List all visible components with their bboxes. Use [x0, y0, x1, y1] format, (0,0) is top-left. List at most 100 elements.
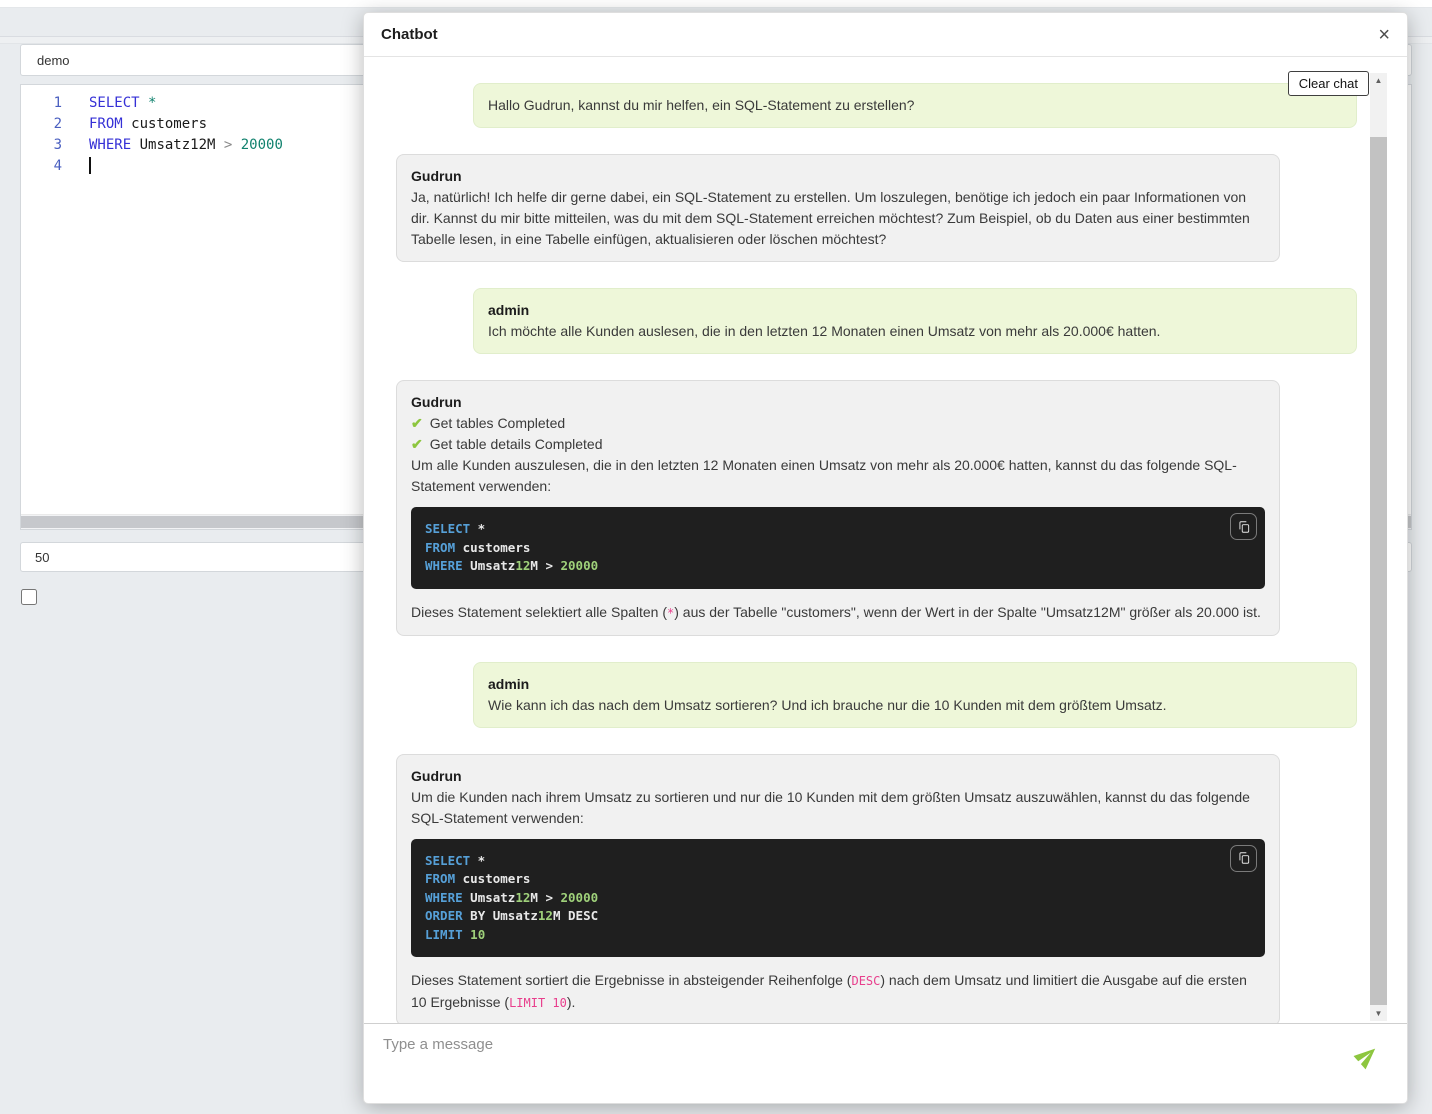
code-line: FROM customers [425, 539, 1251, 558]
check-icon: ✔ [411, 413, 423, 434]
chat-scrollbar[interactable]: ▲ ▼ [1370, 73, 1387, 1021]
inline-code: DESC [851, 974, 880, 988]
code-token: WHERE [89, 137, 131, 153]
code-token [232, 137, 240, 153]
sender-name: admin [488, 300, 1342, 321]
sender-name: Gudrun [411, 392, 1265, 413]
code-token: 12 [515, 558, 530, 573]
code-token: * [148, 95, 156, 111]
editor-line-code [89, 156, 91, 177]
option-checkbox[interactable] [21, 589, 37, 605]
code-token: 20000 [241, 137, 283, 153]
code-line: WHERE Umsatz12M > 20000 [425, 557, 1251, 576]
code-token: customers [455, 540, 530, 555]
inline-code: * [667, 606, 674, 620]
code-token: SELECT [89, 95, 140, 111]
check-icon: ✔ [411, 434, 423, 455]
message-text: Um alle Kunden auszulesen, die in den le… [411, 455, 1265, 497]
code-line: WHERE Umsatz12M > 20000 [425, 889, 1251, 908]
code-token: 20000 [561, 890, 599, 905]
sql-code-block: SELECT *FROM customersWHERE Umsatz12M > … [411, 839, 1265, 958]
scrollbar-thumb[interactable] [1370, 137, 1387, 1005]
code-token [140, 95, 148, 111]
message-input-area [364, 1023, 1407, 1103]
clear-chat-button[interactable]: Clear chat [1288, 71, 1369, 96]
editor-line-code: FROM customers [89, 114, 207, 135]
paper-plane-icon [1350, 1039, 1384, 1073]
sender-name: Gudrun [411, 166, 1265, 187]
sender-name: Gudrun [411, 766, 1265, 787]
code-token: Umsatz [463, 890, 516, 905]
message-text: Ja, natürlich! Ich helfe dir gerne dabei… [411, 187, 1265, 250]
send-button[interactable] [1355, 1044, 1379, 1071]
code-token: 12 [515, 890, 530, 905]
tool-status: ✔ Get table details Completed [411, 434, 1265, 455]
copy-code-button[interactable] [1230, 845, 1257, 872]
code-token: BY Umsatz [463, 908, 538, 923]
scroll-up-icon[interactable]: ▲ [1370, 73, 1387, 88]
code-token: WHERE [425, 890, 463, 905]
code-token: 10 [470, 927, 485, 942]
code-token: SELECT [425, 853, 470, 868]
message-text: Um die Kunden nach ihrem Umsatz zu sorti… [411, 787, 1265, 829]
tool-status-text: Get tables Completed [430, 413, 565, 434]
editor-line-code: SELECT * [89, 93, 156, 114]
code-line: LIMIT 10 [425, 926, 1251, 945]
message-text: Dieses Statement selektiert alle Spalten… [411, 602, 1265, 624]
chat-message-user: adminWie kann ich das nach dem Umsatz so… [473, 662, 1357, 728]
text-cursor [89, 157, 91, 174]
chatbot-dialog: Chatbot × Clear chat Hallo Gudrun, kanns… [363, 12, 1408, 1104]
chat-message-bot: Gudrun✔Get tables Completed✔Get table de… [396, 380, 1280, 636]
message-text: Wie kann ich das nach dem Umsatz sortier… [488, 695, 1342, 716]
copy-icon [1237, 851, 1251, 865]
chat-message-user: Hallo Gudrun, kannst du mir helfen, ein … [473, 83, 1357, 128]
code-token: * [470, 521, 485, 536]
message-text: Hallo Gudrun, kannst du mir helfen, ein … [488, 95, 1342, 116]
code-line: SELECT * [425, 520, 1251, 539]
code-token: FROM [89, 116, 123, 132]
chat-message-bot: GudrunUm die Kunden nach ihrem Umsatz zu… [396, 754, 1280, 1024]
tool-status-text: Get table details Completed [430, 434, 603, 455]
message-text: Dieses Statement sortiert die Ergebnisse… [411, 970, 1265, 1014]
editor-line-code: WHERE Umsatz12M > 20000 [89, 135, 283, 156]
code-token: FROM [425, 540, 455, 555]
code-token: M DESC [553, 908, 598, 923]
code-token: 12 [538, 908, 553, 923]
chat-body: Clear chat Hallo Gudrun, kannst du mir h… [364, 57, 1407, 1023]
code-token: WHERE [425, 558, 463, 573]
chat-message-user: adminIch möchte alle Kunden auslesen, di… [473, 288, 1357, 354]
scroll-down-icon[interactable]: ▼ [1370, 1006, 1387, 1021]
code-line: ORDER BY Umsatz12M DESC [425, 907, 1251, 926]
dialog-title: Chatbot [381, 26, 438, 43]
code-token: 20000 [561, 558, 599, 573]
message-list: Hallo Gudrun, kannst du mir helfen, ein … [364, 57, 1407, 1023]
line-number: 1 [21, 93, 89, 114]
copy-icon [1237, 520, 1251, 534]
dialog-header: Chatbot × [364, 13, 1407, 57]
code-line: FROM customers [425, 870, 1251, 889]
inline-code: LIMIT 10 [509, 996, 567, 1010]
copy-code-button[interactable] [1230, 513, 1257, 540]
code-token: ORDER [425, 908, 463, 923]
code-token: Umsatz [463, 558, 516, 573]
tool-status: ✔ Get tables Completed [411, 413, 1265, 434]
code-token: SELECT [425, 521, 470, 536]
line-number: 4 [21, 156, 89, 177]
message-input[interactable] [383, 1036, 1337, 1091]
line-number: 3 [21, 135, 89, 156]
line-number: 2 [21, 114, 89, 135]
chat-message-bot: GudrunJa, natürlich! Ich helfe dir gerne… [396, 154, 1280, 262]
sql-code-block: SELECT *FROM customersWHERE Umsatz12M > … [411, 507, 1265, 589]
top-bar [0, 0, 1432, 8]
code-token: FROM [425, 871, 455, 886]
close-icon[interactable]: × [1378, 25, 1390, 45]
code-token: customers [455, 871, 530, 886]
code-token: customers [123, 116, 207, 132]
sender-name: admin [488, 674, 1342, 695]
code-token: Umsatz12M [131, 137, 224, 153]
code-token: M > [530, 890, 560, 905]
code-token: M > [530, 558, 560, 573]
code-token: LIMIT [425, 927, 463, 942]
code-token: * [470, 853, 485, 868]
message-text: Ich möchte alle Kunden auslesen, die in … [488, 321, 1342, 342]
